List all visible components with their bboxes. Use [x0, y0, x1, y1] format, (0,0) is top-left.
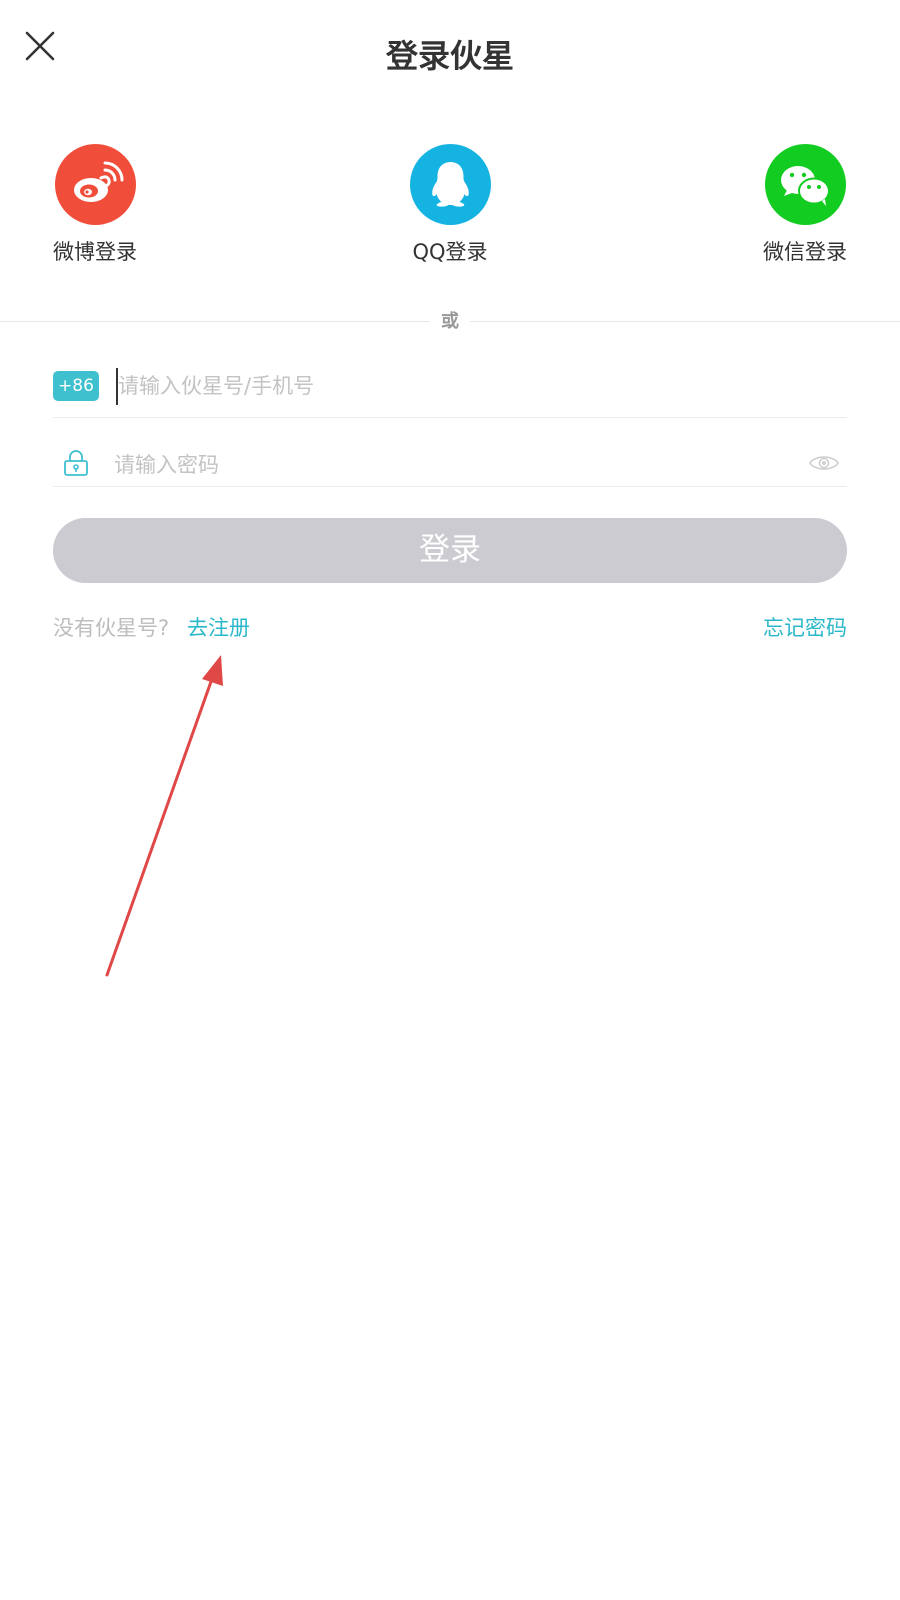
- password-input[interactable]: [114, 446, 794, 484]
- login-button[interactable]: 登录: [53, 518, 847, 583]
- register-link[interactable]: 去注册: [187, 613, 250, 643]
- lock-icon: [63, 449, 89, 477]
- password-underline: [53, 486, 847, 487]
- wechat-icon: [764, 144, 846, 225]
- text-cursor: [116, 368, 118, 405]
- weibo-login-label: 微博登录: [53, 240, 137, 264]
- divider-text: 或: [430, 309, 470, 335]
- weibo-login-button[interactable]: 微博登录: [35, 144, 155, 267]
- country-code-button[interactable]: +86: [53, 371, 99, 401]
- page-title: 登录伙星: [385, 37, 514, 75]
- weibo-icon: [54, 144, 136, 225]
- qq-penguin-icon: [409, 144, 491, 225]
- wechat-login-label: 微信登录: [763, 240, 847, 264]
- qq-login-label: QQ登录: [412, 240, 488, 264]
- qq-login-button[interactable]: QQ登录: [390, 144, 510, 267]
- eye-icon[interactable]: [809, 452, 839, 474]
- phone-underline: [53, 417, 847, 418]
- wechat-login-button[interactable]: 微信登录: [745, 144, 865, 267]
- forgot-password-link[interactable]: 忘记密码: [763, 613, 847, 643]
- no-account-text: 没有伙星号?: [53, 616, 170, 640]
- phone-input[interactable]: [118, 367, 838, 405]
